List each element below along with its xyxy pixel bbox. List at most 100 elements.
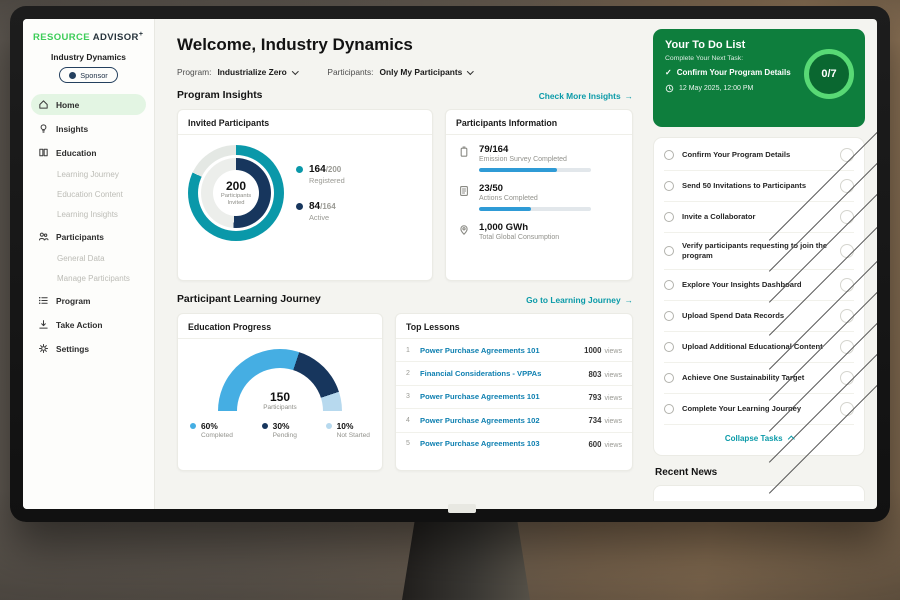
legend-total: /200 xyxy=(326,165,342,174)
main-content: Welcome, Industry Dynamics Program: Indu… xyxy=(155,19,647,509)
task-chevron-button[interactable] xyxy=(840,179,854,193)
lesson-link[interactable]: Power Purchase Agreements 103 xyxy=(420,439,581,448)
clock-icon xyxy=(665,84,674,93)
task-chevron-button[interactable] xyxy=(840,309,854,323)
task-checkbox[interactable] xyxy=(664,150,674,160)
sidebar-item-education-content[interactable]: Education Content xyxy=(31,186,146,203)
task-checkbox[interactable] xyxy=(664,311,674,321)
sidebar-item-label: Education Content xyxy=(57,190,123,199)
task-chevron-button[interactable] xyxy=(840,244,854,258)
link-label: Go to Learning Journey xyxy=(526,295,620,305)
download-icon xyxy=(38,319,49,330)
recent-news-title: Recent News xyxy=(655,467,863,478)
program-filter[interactable]: Program: Industrialize Zero xyxy=(177,67,297,77)
sidebar-item-participants[interactable]: Participants xyxy=(31,226,146,247)
sidebar-item-label: Participants xyxy=(56,232,104,242)
check-more-insights-link[interactable]: Check More Insights → xyxy=(539,91,633,101)
participants-filter-label: Participants: xyxy=(327,67,373,77)
sidebar-item-label: Insights xyxy=(56,124,88,134)
sidebar-item-manage-participants[interactable]: Manage Participants xyxy=(31,270,146,287)
legend-item-completed: 60% Completed xyxy=(190,421,233,439)
legend-label: Not Started xyxy=(337,432,370,439)
task-chevron-button[interactable] xyxy=(840,340,854,354)
lesson-views: 793 xyxy=(588,393,601,402)
check-icon: ✓ xyxy=(665,68,672,78)
legend-item-registered: 164/200 Registered xyxy=(296,164,345,185)
progress-bar-fill xyxy=(479,168,557,172)
info-row-consumption: 1,000 GWh Total Global Consumption xyxy=(458,222,620,241)
lesson-row: 2 Financial Considerations - VPPAs 803vi… xyxy=(396,362,632,385)
lesson-views-label: views xyxy=(604,442,622,449)
sidebar-item-learning-insights[interactable]: Learning Insights xyxy=(31,206,146,223)
task-chevron-button[interactable] xyxy=(840,371,854,385)
chevron-down-icon xyxy=(467,68,473,74)
legend-label: Pending xyxy=(273,432,297,439)
task-checkbox[interactable] xyxy=(664,246,674,256)
card-title: Top Lessons xyxy=(396,314,632,339)
info-row-actions: 23/50 Actions Completed xyxy=(458,183,620,211)
legend-item-not-started: 10% Not Started xyxy=(326,421,370,439)
card-title: Invited Participants xyxy=(178,110,432,135)
lesson-rank: 1 xyxy=(406,347,413,354)
progress-bar-fill xyxy=(479,207,531,211)
legend-item-pending: 30% Pending xyxy=(262,421,297,439)
todo-progress-value: 0/7 xyxy=(821,68,836,80)
task-checkbox[interactable] xyxy=(664,373,674,383)
info-label: Emission Survey Completed xyxy=(479,156,591,163)
sidebar-item-settings[interactable]: Settings xyxy=(31,338,146,359)
sidebar-item-general-data[interactable]: General Data xyxy=(31,250,146,267)
program-filter-value: Industrialize Zero xyxy=(217,67,286,77)
lesson-row: 4 Power Purchase Agreements 102 734views xyxy=(396,409,632,432)
lesson-views: 803 xyxy=(588,370,601,379)
sidebar-item-education[interactable]: Education xyxy=(31,142,146,163)
legend-dot xyxy=(190,423,196,429)
task-checkbox[interactable] xyxy=(664,280,674,290)
task-chevron-button[interactable] xyxy=(840,210,854,224)
lesson-link[interactable]: Power Purchase Agreements 102 xyxy=(420,416,581,425)
card-title: Education Progress xyxy=(178,314,382,339)
task-confirm-program-details[interactable]: Confirm Your Program Details xyxy=(664,140,854,171)
sidebar-item-home[interactable]: Home xyxy=(31,94,146,115)
todo-column: Your To Do List Complete Your Next Task:… xyxy=(647,19,877,509)
sidebar-item-learning-journey[interactable]: Learning Journey xyxy=(31,166,146,183)
participants-filter[interactable]: Participants: Only My Participants xyxy=(327,67,473,77)
task-chevron-button[interactable] xyxy=(840,148,854,162)
task-chevron-button[interactable] xyxy=(840,278,854,292)
task-checkbox[interactable] xyxy=(664,404,674,414)
donut-center-value: 200 xyxy=(226,179,246,193)
sidebar-item-label: Manage Participants xyxy=(57,274,130,283)
lesson-views-label: views xyxy=(604,372,622,379)
education-progress-card: Education Progress 150 Participants xyxy=(177,313,383,471)
task-checkbox[interactable] xyxy=(664,181,674,191)
monitor-stand xyxy=(402,520,530,600)
sidebar-item-label: Education xyxy=(56,148,96,158)
location-pin-icon xyxy=(458,224,470,236)
sidebar-item-program[interactable]: Program xyxy=(31,290,146,311)
task-checkbox[interactable] xyxy=(664,212,674,222)
sidebar-item-take-action[interactable]: Take Action xyxy=(31,314,146,335)
recent-news-card xyxy=(653,485,865,501)
lesson-views: 600 xyxy=(588,440,601,449)
arrow-right-icon: → xyxy=(625,295,633,305)
sidebar-item-label: Program xyxy=(56,296,90,306)
filters-bar: Program: Industrialize Zero Participants… xyxy=(177,67,633,77)
task-chevron-button[interactable] xyxy=(840,402,854,416)
lesson-link[interactable]: Power Purchase Agreements 101 xyxy=(420,392,581,401)
lesson-link[interactable]: Financial Considerations - VPPAs xyxy=(420,369,581,378)
lesson-link[interactable]: Power Purchase Agreements 101 xyxy=(420,346,577,355)
go-to-learning-journey-link[interactable]: Go to Learning Journey → xyxy=(526,295,633,305)
task-checkbox[interactable] xyxy=(664,342,674,352)
donut-center: 200 Participants Invited xyxy=(213,170,259,216)
sponsor-badge-icon xyxy=(69,72,76,79)
org-name: Industry Dynamics xyxy=(31,52,146,62)
app-logo: RESOURCE ADVISOR+ xyxy=(31,29,146,52)
screen: RESOURCE ADVISOR+ Industry Dynamics Spon… xyxy=(23,19,877,509)
invited-donut-chart: 200 Participants Invited xyxy=(188,145,284,241)
program-insights-header: Program Insights Check More Insights → xyxy=(177,90,633,101)
progress-bar xyxy=(479,168,591,172)
todo-next-task-label: Confirm Your Program Details xyxy=(677,68,791,78)
arrow-right-icon: → xyxy=(625,91,633,101)
sponsor-badge[interactable]: Sponsor xyxy=(59,67,118,83)
sidebar-item-insights[interactable]: Insights xyxy=(31,118,146,139)
info-value: 23/50 xyxy=(479,183,591,194)
